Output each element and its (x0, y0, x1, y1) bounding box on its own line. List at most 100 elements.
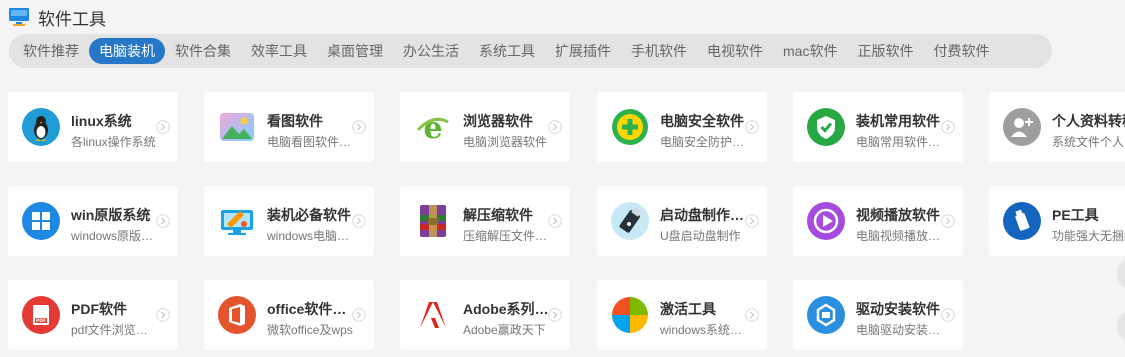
adobe-icon (414, 296, 452, 334)
tab-11[interactable]: 正版软件 (847, 38, 923, 64)
card-title: 个人资料转移 (1052, 113, 1125, 129)
tab-0[interactable]: 软件推荐 (13, 38, 89, 64)
tab-9[interactable]: 电视软件 (697, 38, 773, 64)
software-card[interactable]: office软件合集 微软office及wps (204, 280, 374, 350)
software-card[interactable]: 激活工具 windows系统激活 (597, 280, 767, 350)
tab-3[interactable]: 效率工具 (241, 38, 317, 64)
tab-5[interactable]: 办公生活 (393, 38, 469, 64)
software-card[interactable]: Adobe系列软件 Adobe赢政天下 (400, 280, 570, 350)
windows-color-icon (611, 296, 649, 334)
penguin-icon (22, 108, 60, 146)
software-card[interactable]: 解压缩软件压缩解压文件软件 (400, 186, 570, 256)
chevron-right-icon (745, 214, 759, 228)
scroll-right-button-2[interactable] (1117, 312, 1125, 340)
tab-10[interactable]: mac软件 (773, 38, 847, 64)
chevron-right-icon (352, 214, 366, 228)
svg-text:PDF: PDF (36, 318, 46, 324)
software-card[interactable]: 装机常用软件电脑常用软件推荐 (793, 92, 963, 162)
card-title: 启动盘制作工具 (660, 207, 750, 223)
card-title: win原版系统 (71, 207, 151, 223)
card-description: U盘启动盘制作 (660, 229, 741, 243)
card-title: 解压缩软件 (463, 207, 533, 223)
tab-7[interactable]: 扩展插件 (545, 38, 621, 64)
chevron-right-icon (156, 214, 170, 228)
card-description: 电脑驱动安装软件 (856, 323, 942, 337)
software-card[interactable]: 电脑安全软件电脑安全防护软件 (597, 92, 767, 162)
card-title: linux系统 (71, 113, 132, 129)
card-description: windows原版系统 (71, 229, 157, 243)
card-description: 系统文件个人资料 (1052, 135, 1125, 149)
card-title: 激活工具 (660, 301, 716, 317)
card-description: Adobe赢政天下 (463, 323, 546, 337)
chevron-right-icon (745, 308, 759, 322)
card-description: 功能强大无捆绑 (1052, 229, 1125, 243)
shield-check-icon (807, 108, 845, 146)
card-title: 电脑安全软件 (660, 113, 744, 129)
card-title: 看图软件 (267, 113, 323, 129)
tab-6[interactable]: 系统工具 (469, 38, 545, 64)
monitor-icon (9, 8, 29, 26)
card-title: 浏览器软件 (463, 113, 533, 129)
card-title: PDF软件 (71, 301, 127, 317)
ie-browser-icon: e (414, 108, 452, 146)
driver-icon (807, 296, 845, 334)
svg-text:e: e (423, 111, 442, 146)
card-title: Adobe系列软件 (463, 301, 553, 317)
office-icon (218, 296, 256, 334)
software-card[interactable]: PDF PDF软件 pdf文件浏览编辑 (8, 280, 178, 350)
software-card[interactable]: 看图软件电脑看图软件推荐 (204, 92, 374, 162)
chevron-right-icon (548, 308, 562, 322)
chevron-right-icon (548, 214, 562, 228)
card-description: 电脑浏览器软件 (463, 135, 548, 149)
software-card[interactable]: PE工具功能强大无捆绑 (989, 186, 1125, 256)
play-icon (807, 202, 845, 240)
scroll-right-button[interactable] (1117, 260, 1125, 288)
chevron-right-icon (745, 120, 759, 134)
category-tabs: 软件推荐 电脑装机 软件合集 效率工具 桌面管理 办公生活 系统工具 扩展插件 手机软件 电视软件… (9, 34, 1052, 68)
pdf-icon: PDF (22, 296, 60, 334)
software-card[interactable]: win原版系统 windows原版系统 (8, 186, 178, 256)
software-card[interactable]: e 浏览器软件电脑浏览器软件 (400, 92, 570, 162)
tab-2[interactable]: 软件合集 (165, 38, 241, 64)
card-description: 电脑视频播放软件 (856, 229, 942, 243)
windows-icon (22, 202, 60, 240)
software-card[interactable]: linux系统 各linux操作系统 (8, 92, 178, 162)
winrar-icon (414, 202, 452, 240)
section-title: 软件工具 (38, 9, 106, 29)
chevron-right-icon (352, 308, 366, 322)
software-card[interactable]: 启动盘制作工具 U盘启动盘制作 (597, 186, 767, 256)
software-card[interactable]: 装机必备软件 windows电脑必备 (204, 186, 374, 256)
card-title: 视频播放软件 (856, 207, 940, 223)
software-card[interactable]: 视频播放软件电脑视频播放软件 (793, 186, 963, 256)
picture-icon (218, 108, 256, 146)
monitor-tools-icon (218, 202, 256, 240)
card-description: windows系统激活 (660, 323, 746, 337)
card-description: 压缩解压文件软件 (463, 229, 549, 243)
software-card[interactable]: 个人资料转移系统文件个人资料 (989, 92, 1125, 162)
tab-8[interactable]: 手机软件 (621, 38, 697, 64)
chevron-right-icon (548, 120, 562, 134)
card-title: 装机常用软件 (856, 113, 940, 129)
card-title: 装机必备软件 (267, 207, 351, 223)
card-description: pdf文件浏览编辑 (71, 323, 157, 337)
chevron-right-icon (941, 120, 955, 134)
usb-drive-icon (611, 202, 649, 240)
tab-4[interactable]: 桌面管理 (317, 38, 393, 64)
card-title: office软件合集 (267, 301, 357, 317)
usb-pe-icon (1003, 202, 1041, 240)
card-description: 电脑看图软件推荐 (267, 135, 353, 149)
software-card[interactable]: 驱动安装软件电脑驱动安装软件 (793, 280, 963, 350)
tab-12[interactable]: 付费软件 (923, 38, 999, 64)
security-plus-icon (611, 108, 649, 146)
chevron-right-icon (941, 214, 955, 228)
chevron-right-icon (352, 120, 366, 134)
card-description: 微软office及wps (267, 323, 353, 337)
chevron-right-icon (941, 308, 955, 322)
card-title: PE工具 (1052, 207, 1099, 223)
chevron-right-icon (156, 120, 170, 134)
card-description: windows电脑必备 (267, 229, 353, 243)
tab-1[interactable]: 电脑装机 (89, 38, 165, 64)
card-description: 电脑安全防护软件 (660, 135, 746, 149)
card-title: 驱动安装软件 (856, 301, 940, 317)
card-description: 电脑常用软件推荐 (856, 135, 942, 149)
